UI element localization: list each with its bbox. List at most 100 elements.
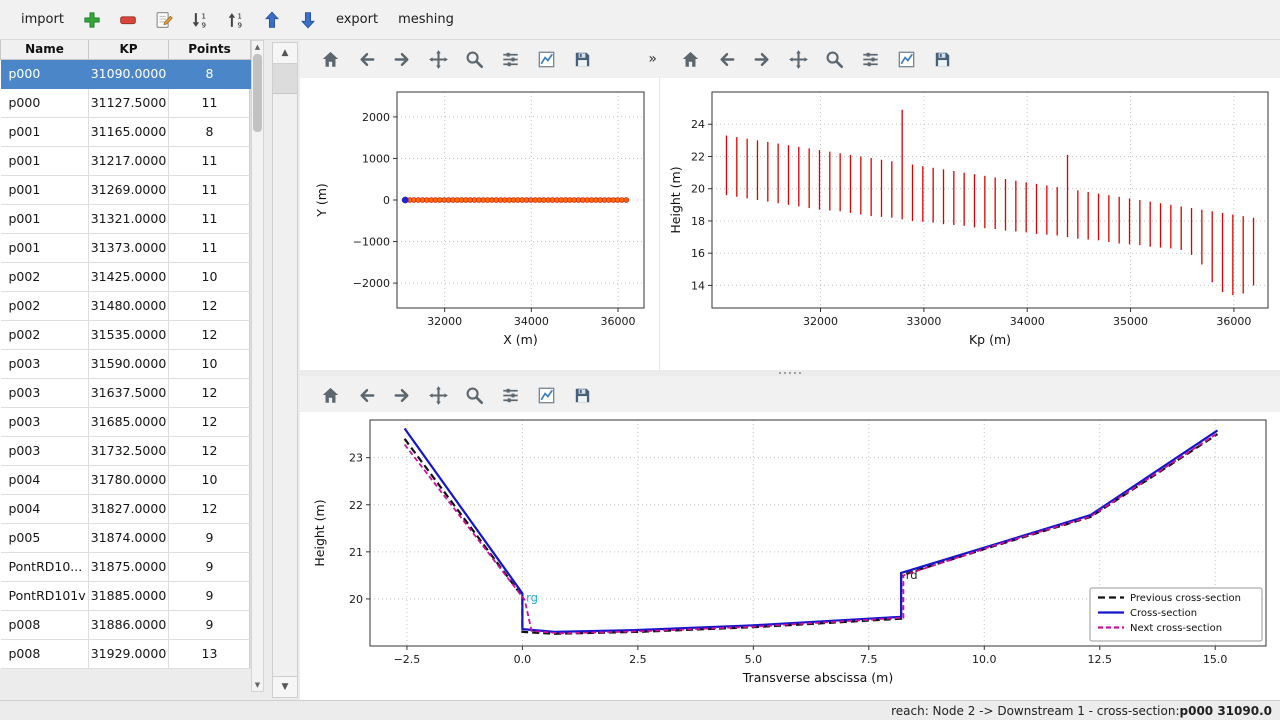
cell-points[interactable]: 12 (169, 494, 251, 523)
column-header-name[interactable]: Name (1, 40, 89, 59)
cell-name[interactable]: p003 (1, 378, 89, 407)
forward-button[interactable] (750, 47, 775, 72)
forward-button[interactable] (390, 383, 415, 408)
cell-name[interactable]: p003 (1, 436, 89, 465)
table-row[interactable]: p00231480.000012 (1, 291, 251, 320)
cell-name[interactable]: p000 (1, 59, 89, 88)
cell-kp[interactable]: 31535.0000 (89, 320, 169, 349)
cell-points[interactable]: 10 (169, 465, 251, 494)
cell-kp[interactable]: 31165.0000 (89, 117, 169, 146)
edit-cross-section-button[interactable] (151, 7, 177, 33)
cell-name[interactable]: p001 (1, 146, 89, 175)
cell-kp[interactable]: 31685.0000 (89, 407, 169, 436)
table-row[interactable]: p00431827.000012 (1, 494, 251, 523)
panel-scroll-down-button[interactable]: ▼ (273, 676, 297, 697)
pan-button[interactable] (426, 47, 451, 72)
save-button[interactable] (570, 47, 595, 72)
cell-points[interactable]: 9 (169, 610, 251, 639)
cell-name[interactable]: p001 (1, 175, 89, 204)
subplots-button[interactable] (498, 47, 523, 72)
cell-points[interactable]: 9 (169, 581, 251, 610)
back-button[interactable] (354, 383, 379, 408)
cell-name[interactable]: p002 (1, 262, 89, 291)
zoom-button[interactable] (822, 47, 847, 72)
home-button[interactable] (318, 47, 343, 72)
table-row[interactable]: p00131165.00008 (1, 117, 251, 146)
home-button[interactable] (678, 47, 703, 72)
table-row[interactable]: p00331685.000012 (1, 407, 251, 436)
table-row[interactable]: p00331732.500012 (1, 436, 251, 465)
back-button[interactable] (714, 47, 739, 72)
forward-button[interactable] (390, 47, 415, 72)
cell-kp[interactable]: 31425.0000 (89, 262, 169, 291)
table-row[interactable]: p00531874.00009 (1, 523, 251, 552)
subplots-button[interactable] (498, 383, 523, 408)
move-down-button[interactable] (295, 7, 321, 33)
sort-ascending-button[interactable]: 1 9 (223, 7, 249, 33)
export-button[interactable]: export (331, 9, 383, 30)
cell-points[interactable]: 12 (169, 291, 251, 320)
cell-points[interactable]: 10 (169, 349, 251, 378)
back-button[interactable] (354, 47, 379, 72)
cell-name[interactable]: p004 (1, 494, 89, 523)
table-row[interactable]: PontRD101v31885.00009 (1, 581, 251, 610)
pan-button[interactable] (426, 383, 451, 408)
cell-points[interactable]: 11 (169, 88, 251, 117)
cross-section-chart[interactable]: −2.50.02.55.07.510.012.515.020212223Tran… (300, 412, 1280, 700)
table-scrollbar[interactable]: ▲ ▼ (251, 40, 264, 692)
cell-points[interactable]: 11 (169, 146, 251, 175)
table-row[interactable]: p00031127.500011 (1, 88, 251, 117)
import-button[interactable]: import (16, 9, 69, 30)
save-button[interactable] (570, 383, 595, 408)
customize-button[interactable] (894, 47, 919, 72)
cell-name[interactable]: p005 (1, 523, 89, 552)
table-row[interactable]: p00131269.000011 (1, 175, 251, 204)
cell-kp[interactable]: 31090.0000 (89, 59, 169, 88)
cell-points[interactable]: 12 (169, 407, 251, 436)
cell-kp[interactable]: 31929.0000 (89, 639, 169, 668)
table-scroll-up-icon[interactable]: ▲ (252, 41, 263, 53)
table-row[interactable]: p00131373.000011 (1, 233, 251, 262)
table-row[interactable]: p00431780.000010 (1, 465, 251, 494)
zoom-button[interactable] (462, 47, 487, 72)
add-cross-section-button[interactable] (79, 7, 105, 33)
cell-name[interactable]: p003 (1, 407, 89, 436)
cell-kp[interactable]: 31373.0000 (89, 233, 169, 262)
meshing-button[interactable]: meshing (393, 9, 459, 30)
customize-button[interactable] (534, 47, 559, 72)
table-scroll-down-icon[interactable]: ▼ (252, 679, 263, 691)
home-button[interactable] (318, 383, 343, 408)
cell-points[interactable]: 13 (169, 639, 251, 668)
move-up-button[interactable] (259, 7, 285, 33)
cell-points[interactable]: 8 (169, 117, 251, 146)
cell-name[interactable]: p002 (1, 320, 89, 349)
plan-view-chart[interactable]: 320003400036000−2000−1000010002000X (m)Y… (300, 78, 660, 370)
cell-name[interactable]: p008 (1, 639, 89, 668)
cell-points[interactable]: 12 (169, 320, 251, 349)
table-scrollbar-thumb[interactable] (253, 54, 262, 132)
customize-button[interactable] (534, 383, 559, 408)
table-row[interactable]: p00031090.00008 (1, 59, 251, 88)
cell-points[interactable]: 10 (169, 262, 251, 291)
pan-button[interactable] (786, 47, 811, 72)
cell-name[interactable]: p001 (1, 204, 89, 233)
cell-kp[interactable]: 31780.0000 (89, 465, 169, 494)
cell-name[interactable]: p000 (1, 88, 89, 117)
table-row[interactable]: p00231425.000010 (1, 262, 251, 291)
column-header-points[interactable]: Points (169, 40, 251, 59)
cell-kp[interactable]: 31732.5000 (89, 436, 169, 465)
cell-points[interactable]: 11 (169, 233, 251, 262)
cell-name[interactable]: p008 (1, 610, 89, 639)
cell-name[interactable]: p002 (1, 291, 89, 320)
sort-descending-button[interactable]: 1 9 (187, 7, 213, 33)
panel-scroll-up-button[interactable]: ▲ (273, 43, 297, 64)
cell-points[interactable]: 8 (169, 59, 251, 88)
cell-points[interactable]: 9 (169, 552, 251, 581)
table-row[interactable]: p00831886.00009 (1, 610, 251, 639)
longitudinal-profile-chart[interactable]: 3200033000340003500036000141618202224Kp … (660, 78, 1280, 370)
panel-scrollbar[interactable]: ▲ ▼ (272, 42, 298, 698)
cell-name[interactable]: p001 (1, 117, 89, 146)
cell-kp[interactable]: 31590.0000 (89, 349, 169, 378)
subplots-button[interactable] (858, 47, 883, 72)
table-row[interactable]: p00331637.500012 (1, 378, 251, 407)
